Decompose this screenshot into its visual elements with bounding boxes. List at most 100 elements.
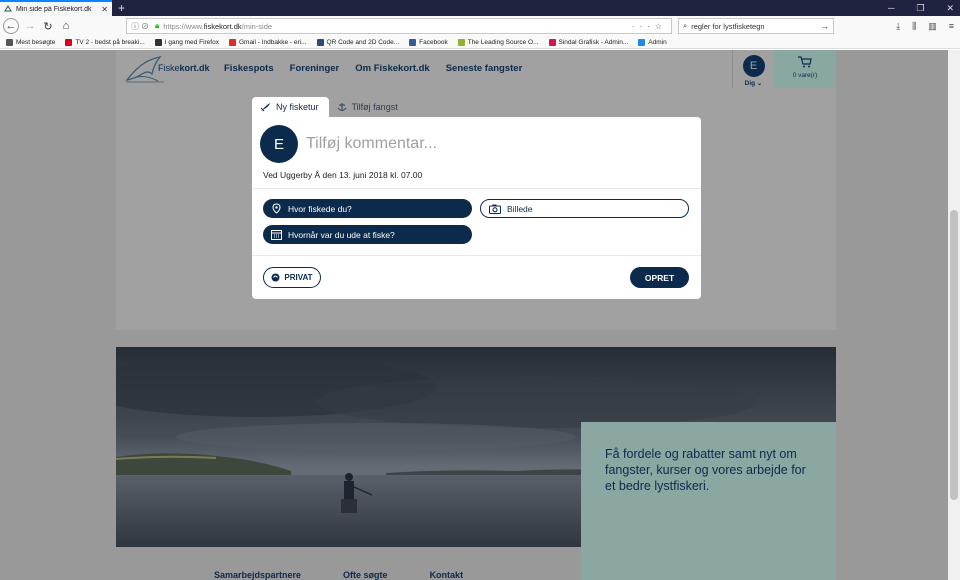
main-nav: Fiskespots Foreninger Om Fiskekort.dk Se… — [224, 63, 522, 74]
cart-label: 0 vare(r) — [792, 72, 818, 79]
modal-tabs: Ny fisketur Tilføj fangst — [252, 97, 408, 117]
search-go-icon[interactable]: → — [820, 21, 829, 31]
image-button[interactable]: Billede — [480, 199, 689, 218]
bookmark-favicon-icon — [548, 38, 556, 46]
home-icon[interactable]: ⌂ — [57, 17, 75, 35]
minimize-icon[interactable]: ─ — [888, 3, 894, 13]
cart-icon — [798, 56, 812, 68]
bookmark-favicon-icon — [638, 38, 646, 46]
library-icon[interactable]: ⫼ — [912, 21, 916, 32]
sidebar-icon[interactable]: ▥ — [928, 21, 937, 32]
globe-lock-icon — [271, 273, 280, 282]
tab-add-catch[interactable]: Tilføj fangst — [329, 97, 408, 117]
browser-titlebar: Min side på Fiskekort.dk ✕ + ─ ❐ ✕ — [0, 0, 960, 16]
comment-input[interactable] — [306, 133, 686, 155]
maximize-icon[interactable]: ❐ — [916, 3, 924, 14]
footer-heading-partners: Samarbejdspartnere — [214, 570, 302, 580]
nav-item-seneste-fangster[interactable]: Seneste fangster — [446, 63, 523, 74]
browser-tab[interactable]: Min side på Fiskekort.dk ✕ — [0, 0, 112, 16]
bookmark-favicon-icon — [409, 38, 417, 46]
when-label: Hvornår var du ude at fiske? — [288, 229, 395, 240]
where-button[interactable]: Hvor fiskede du? — [263, 199, 472, 218]
where-label: Hvor fiskede du? — [288, 203, 352, 214]
bookmark-item[interactable]: I gang med Firefox — [154, 38, 219, 46]
anchor-icon — [337, 103, 346, 111]
bookmark-item[interactable]: Facebook — [409, 38, 448, 46]
bookmark-item[interactable]: Mest besøgte — [6, 38, 56, 46]
downloads-icon[interactable]: ⤓ — [896, 21, 900, 32]
tab-new-trip[interactable]: Ny fisketur — [252, 97, 329, 117]
close-icon[interactable]: ✕ — [101, 5, 108, 14]
avatar[interactable]: E — [742, 55, 765, 77]
divider — [252, 255, 701, 256]
nav-item-fiskespots[interactable]: Fiskespots — [224, 63, 274, 74]
calendar-icon — [271, 230, 282, 240]
bookmark-favicon-icon — [316, 38, 324, 46]
bookmark-item[interactable]: The Leading Source O... — [457, 38, 539, 46]
promo-box: Få fordele og rabatter samt nyt om fangs… — [581, 422, 836, 580]
bookmark-label: TV 2 - bedst på breaki... — [75, 38, 145, 46]
toolbar-icons: ⤓ ⫼ ▥ ≡ — [896, 18, 954, 34]
footer-columns: Samarbejdspartnere Ofte søgte Kontakt — [214, 570, 463, 580]
bookmark-item[interactable]: Gmail - Indbakke - eri... — [228, 38, 307, 46]
browser-navbar: ← → ↻ ⌂ ⓘ⊘ 🔒︎ https://www.fiskekort.dk/m… — [0, 16, 960, 36]
url-text[interactable]: https://www.fiskekort.dk/min-side — [163, 22, 632, 31]
map-pin-icon — [272, 203, 281, 214]
bookmark-favicon-icon — [457, 38, 465, 46]
page-scrollbar[interactable] — [948, 50, 960, 580]
nav-item-foreninger[interactable]: Foreninger — [290, 63, 340, 74]
privacy-label: PRIVAT — [284, 273, 313, 282]
url-bar[interactable]: ⓘ⊘ 🔒︎ https://www.fiskekort.dk/min-side … — [126, 18, 672, 34]
bookmark-label: Sindal Grafisk - Admin... — [558, 38, 629, 46]
site-info-icon[interactable]: ⓘ⊘ — [131, 21, 151, 32]
avatar: E — [260, 125, 298, 163]
create-button[interactable]: OPRET — [630, 267, 689, 288]
lock-icon: 🔒︎ — [155, 21, 160, 30]
back-icon[interactable]: ← — [3, 18, 19, 34]
site-header: Fiskekort.dk Fiskespots Foreninger Om Fi… — [116, 50, 836, 88]
bookmark-item[interactable]: Admin — [638, 38, 667, 46]
window-close-icon[interactable]: ✕ — [946, 3, 954, 14]
bookmark-label: Mest besøgte — [16, 38, 56, 46]
scrollbar-thumb[interactable] — [950, 210, 958, 500]
bookmark-label: Facebook — [419, 38, 448, 46]
logo-text[interactable]: Fiskekort.dk — [158, 63, 210, 73]
menu-icon[interactable]: ≡ — [949, 21, 954, 31]
search-icon: ⌕ — [683, 21, 688, 30]
when-button[interactable]: Hvornår var du ude at fiske? — [263, 225, 472, 244]
reload-icon[interactable]: ↻ — [39, 17, 57, 35]
tab-new-trip-label: Ny fisketur — [276, 102, 319, 112]
footer-heading-contact: Kontakt — [429, 570, 464, 580]
chevron-down-icon: ⌄ — [756, 80, 763, 87]
bookmark-item[interactable]: QR Code and 2D Code... — [316, 38, 400, 46]
user-label[interactable]: Dig ⌄ — [745, 79, 763, 87]
fish-logo-icon — [4, 5, 12, 12]
nav-item-om[interactable]: Om Fiskekort.dk — [355, 63, 429, 74]
image-label: Billede — [507, 203, 533, 214]
fish-icon — [260, 103, 270, 112]
privacy-button[interactable]: PRIVAT — [263, 267, 321, 288]
bookmark-label: Admin — [648, 38, 667, 46]
tab-add-catch-label: Tilføj fangst — [351, 102, 398, 112]
trip-meta: Ved Uggerby Å den 13. juni 2018 kl. 07.0… — [263, 170, 423, 180]
window-controls: ─ ❐ ✕ — [888, 0, 954, 16]
bookmark-favicon-icon — [154, 38, 162, 46]
bookmark-favicon-icon — [228, 38, 236, 46]
search-value[interactable]: regler for lystfisketegn — [691, 22, 764, 31]
cart-button[interactable]: 0 vare(r) — [774, 50, 836, 88]
bookmark-label: I gang med Firefox — [164, 38, 219, 46]
bookmark-label: QR Code and 2D Code... — [326, 38, 400, 46]
bookmark-item[interactable]: Sindal Grafisk - Admin... — [548, 38, 629, 46]
page-actions-icon[interactable]: ···☆ — [632, 22, 667, 31]
bookmark-item[interactable]: TV 2 - bedst på breaki... — [65, 38, 145, 46]
bookmarks-bar: Mest besøgte TV 2 - bedst på breaki... I g… — [0, 36, 960, 49]
promo-text: Få fordele og rabatter samt nyt om fangs… — [605, 447, 806, 493]
footer-heading-faq: Ofte søgte — [343, 570, 388, 580]
search-bar[interactable]: ⌕ regler for lystfisketegn → — [678, 18, 834, 34]
user-menu[interactable]: E Dig ⌄ — [732, 50, 774, 88]
forward-icon[interactable]: → — [21, 17, 39, 35]
new-tab-icon[interactable]: + — [118, 1, 125, 15]
bookmark-label: Gmail - Indbakke - eri... — [238, 38, 307, 46]
bookmark-favicon-icon — [65, 38, 73, 46]
bookmark-favicon-icon — [6, 38, 13, 46]
